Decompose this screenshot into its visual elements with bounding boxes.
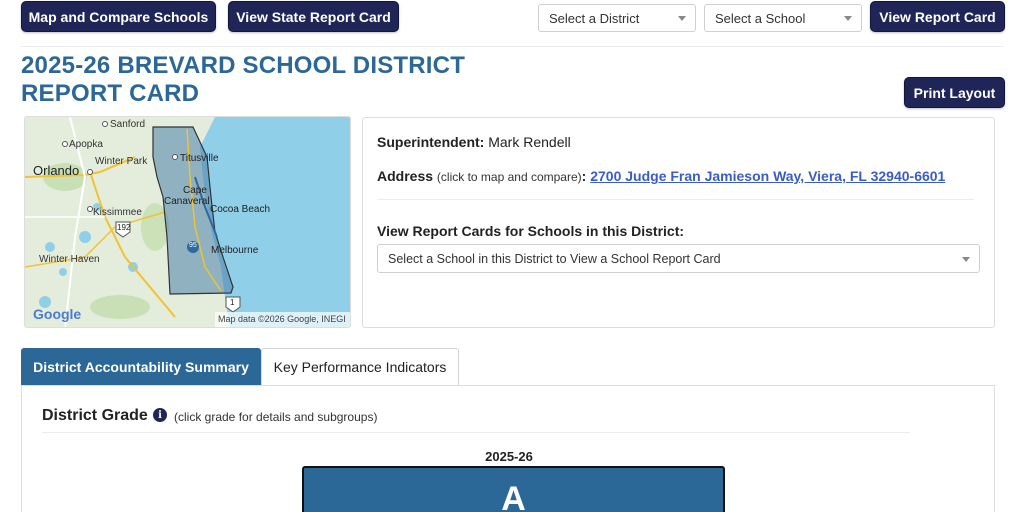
district-grade-value: A	[501, 480, 526, 512]
schools-heading: View Report Cards for Schools in this Di…	[377, 223, 685, 239]
district-map[interactable]: Sanford Apopka Winter Park Orlando Titus…	[24, 116, 351, 328]
map-label-winter-park: Winter Park	[95, 156, 148, 167]
superintendent-line: Superintendent: Mark Rendell	[377, 134, 571, 150]
chevron-down-icon	[962, 256, 970, 262]
google-logo: Google	[33, 306, 82, 322]
map-label-titusville: Titusville	[180, 153, 219, 164]
superintendent-label: Superintendent:	[377, 134, 485, 150]
view-report-button[interactable]: View Report Card	[870, 1, 1005, 32]
address-colon: :	[581, 168, 587, 184]
map-label-sanford: Sanford	[110, 119, 146, 130]
map-label-canaveral: Canaveral	[164, 196, 210, 207]
address-line: Address (click to map and compare): 2700…	[377, 168, 945, 184]
map-label-melbourne: Melbourne	[211, 245, 259, 256]
map-label-192-shield: 192	[117, 223, 131, 232]
page-title-line2: REPORT CARD	[21, 80, 200, 107]
info-divider	[377, 199, 974, 200]
school-select[interactable]: Select a School	[704, 4, 862, 32]
district-grade-heading: District Grade	[42, 407, 148, 424]
map-label-orlando: Orlando	[33, 163, 80, 178]
map-label-1-shield: 1	[230, 298, 235, 307]
address-label: Address	[377, 168, 434, 184]
summary-panel: District Grade i (click grade for detail…	[21, 385, 995, 512]
district-school-select-label: Select a School in this District to View…	[388, 251, 721, 266]
district-select[interactable]: Select a District	[538, 4, 696, 32]
district-select-label: Select a District	[549, 10, 640, 26]
district-info-panel: Superintendent: Mark Rendell Address (cl…	[362, 117, 995, 328]
address-note: (click to map and compare)	[436, 170, 582, 184]
district-grade-button[interactable]: A	[302, 466, 725, 512]
map-label-winter-haven: Winter Haven	[39, 254, 100, 265]
map-attribution: Map data ©2026 Google, INEGI	[218, 314, 346, 324]
chevron-down-icon	[844, 16, 852, 21]
map-label-95-shield: 95	[189, 242, 197, 249]
page-title: 2025-26 BREVARD SCHOOL DISTRICT REPORT C…	[21, 52, 521, 108]
address-link[interactable]: 2700 Judge Fran Jamieson Way, Viera, FL …	[590, 168, 945, 184]
school-select-label: Select a School	[715, 10, 806, 26]
map-compare-button[interactable]: Map and Compare Schools	[21, 1, 216, 32]
state-report-button[interactable]: View State Report Card	[228, 1, 399, 32]
top-divider	[20, 46, 1004, 47]
tab-district-accountability-summary[interactable]: District Accountability Summary	[21, 348, 261, 385]
map-label-kissimmee: Kissimmee	[93, 207, 142, 218]
tab-key-performance-indicators[interactable]: Key Performance Indicators	[261, 348, 459, 385]
district-school-select[interactable]: Select a School in this District to View…	[377, 244, 980, 273]
map-label-cape: Cape	[183, 185, 207, 196]
print-layout-button[interactable]: Print Layout	[904, 77, 1005, 108]
grade-note: (click grade for details and subgroups)	[174, 410, 378, 424]
superintendent-name: Mark Rendell	[488, 134, 571, 150]
grade-year: 2025-26	[485, 449, 533, 464]
page-title-line1: 2025-26 BREVARD SCHOOL DISTRICT	[21, 52, 466, 79]
info-icon[interactable]: i	[153, 408, 167, 422]
chevron-down-icon	[678, 16, 686, 21]
map-label-apopka: Apopka	[69, 139, 103, 150]
grade-divider	[42, 432, 910, 433]
map-label-cocoa-beach: Cocoa Beach	[210, 204, 271, 215]
